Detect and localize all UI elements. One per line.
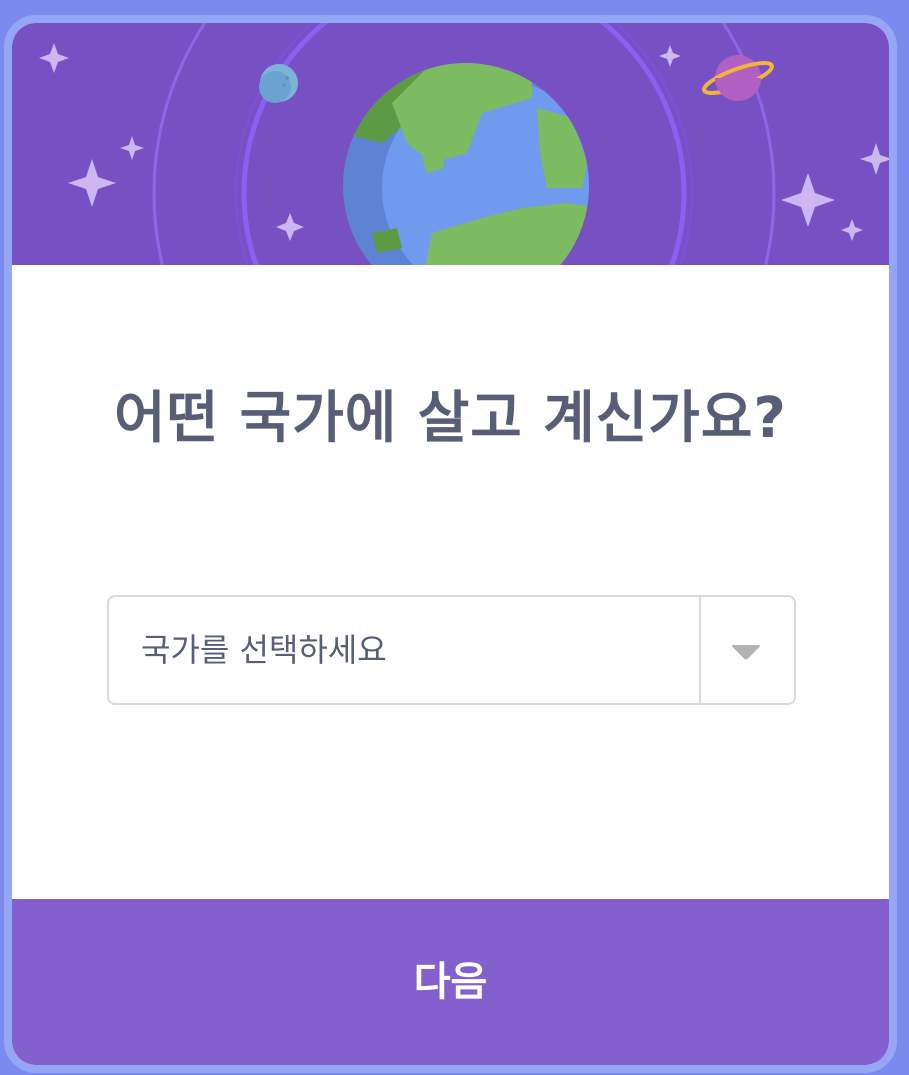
next-button[interactable]: 다음 bbox=[12, 899, 889, 1065]
planet-icon bbox=[702, 55, 774, 101]
header-illustration bbox=[12, 23, 889, 265]
caret-down-icon[interactable] bbox=[731, 644, 761, 660]
space-scene bbox=[39, 23, 889, 265]
country-select-placeholder: 국가를 선택하세요 bbox=[141, 631, 387, 669]
country-dialog: 어떤 국가에 살고 계신가요? 국가를 선택하세요 다음 bbox=[4, 15, 897, 1073]
dialog-content: 어떤 국가에 살고 계신가요? 국가를 선택하세요 bbox=[12, 265, 889, 899]
next-button-label: 다음 bbox=[413, 959, 488, 1005]
globe-icon bbox=[343, 63, 589, 265]
select-divider bbox=[699, 597, 701, 703]
question-title: 어떤 국가에 살고 계신가요? bbox=[114, 386, 787, 451]
moon-icon bbox=[259, 64, 298, 103]
country-select[interactable]: 국가를 선택하세요 bbox=[107, 595, 796, 705]
